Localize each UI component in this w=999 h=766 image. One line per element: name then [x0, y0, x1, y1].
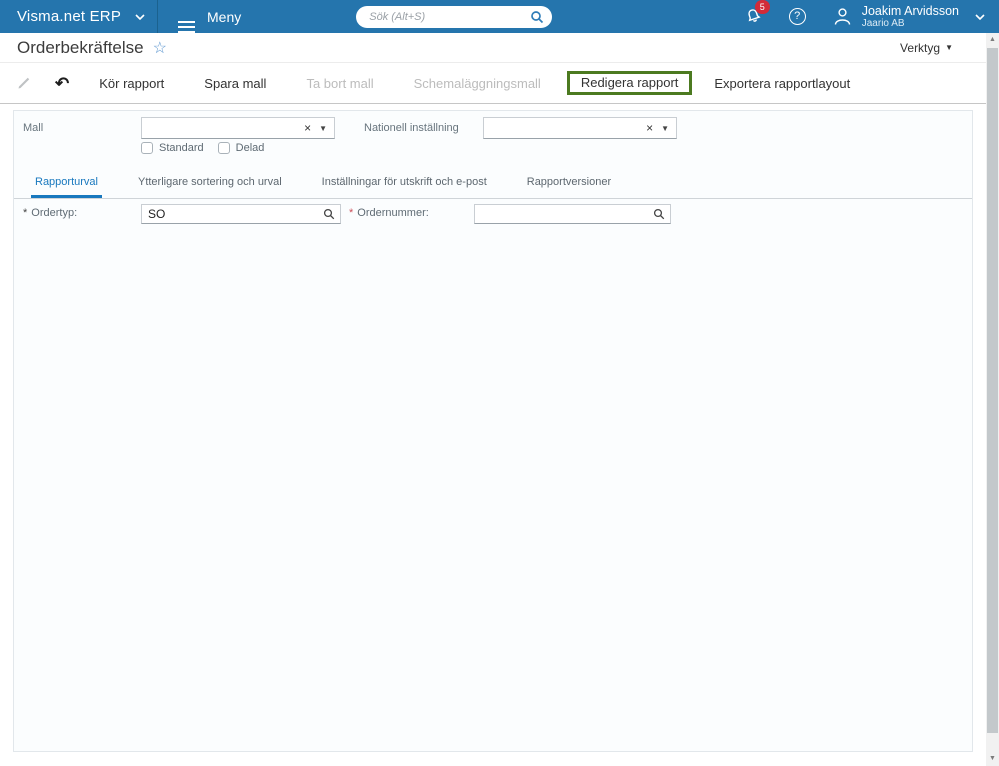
- ordertyp-lookup[interactable]: [141, 204, 341, 224]
- lookup-magnifier-icon[interactable]: [321, 208, 340, 220]
- user-name: Joakim Arvidsson: [861, 3, 959, 18]
- template-label: Mall: [23, 122, 44, 134]
- app-header: Visma.net ERP Meny Sök (Alt+S) 5 ? Joaki…: [0, 0, 999, 33]
- clear-icon[interactable]: ×: [642, 122, 657, 134]
- lookup-magnifier-icon[interactable]: [651, 208, 670, 220]
- locale-label: Nationell inställning: [364, 122, 459, 134]
- tools-label: Verktyg: [900, 40, 941, 55]
- tools-menu-button[interactable]: Verktyg ▼: [900, 41, 953, 55]
- question-mark-icon: ?: [794, 10, 801, 22]
- caret-down-icon: ▼: [945, 43, 953, 52]
- user-names: Joakim Arvidsson Jaario AB: [861, 3, 959, 29]
- user-icon: [832, 6, 853, 27]
- user-menu[interactable]: Joakim Arvidsson Jaario AB: [832, 3, 985, 29]
- user-company: Jaario AB: [861, 17, 905, 29]
- favorite-star-icon[interactable]: ☆: [153, 38, 167, 58]
- brand-menu[interactable]: Visma.net ERP: [0, 0, 157, 33]
- report-form-panel: Mall × ▼ Standard Delad Nationell instäl…: [13, 110, 973, 752]
- ordernummer-lookup[interactable]: [474, 204, 671, 224]
- vertical-scrollbar[interactable]: ▲ ▼: [986, 33, 999, 766]
- ordernummer-label-text: Ordernummer:: [357, 207, 429, 219]
- page-title: Orderbekräftelse: [17, 37, 144, 57]
- template-options: Standard Delad: [141, 142, 278, 154]
- required-marker: *: [349, 207, 354, 219]
- scroll-up-arrow[interactable]: ▲: [986, 33, 999, 47]
- report-tabs: Rapporturval Ytterligare sortering och u…: [14, 175, 972, 199]
- title-bar: Orderbekräftelse ☆ Verktyg ▼: [0, 33, 986, 62]
- template-combo[interactable]: × ▼: [141, 117, 335, 139]
- delad-checkbox-label: Delad: [235, 142, 265, 154]
- edit-report-button[interactable]: Redigera rapport: [570, 68, 690, 97]
- tab-rapporturval[interactable]: Rapporturval: [31, 176, 102, 198]
- scroll-down-arrow[interactable]: ▼: [986, 752, 999, 766]
- dropdown-arrow-icon[interactable]: ▼: [657, 124, 676, 133]
- export-layout-button[interactable]: Exportera rapportlayout: [704, 70, 860, 97]
- standard-checkbox[interactable]: [141, 142, 153, 154]
- required-marker: *: [23, 207, 28, 219]
- locale-input[interactable]: [484, 121, 643, 135]
- run-report-button[interactable]: Kör rapport: [89, 70, 174, 97]
- locale-combo[interactable]: × ▼: [483, 117, 677, 139]
- brand-label: Visma.net ERP: [17, 8, 122, 25]
- delete-template-button: Ta bort mall: [306, 75, 374, 91]
- ordertyp-label: * Ordertyp:: [23, 207, 77, 219]
- dropdown-arrow-icon[interactable]: ▼: [315, 124, 334, 133]
- menu-label: Meny: [207, 8, 242, 25]
- ordertyp-input[interactable]: [142, 207, 321, 221]
- notifications-button[interactable]: 5: [744, 0, 770, 26]
- hamburger-icon: [178, 20, 195, 23]
- highlight-annotation-box: Redigera rapport: [566, 68, 693, 97]
- delad-checkbox[interactable]: [217, 142, 230, 154]
- chevron-down-icon: [975, 13, 985, 20]
- tab-ytterligare-sortering[interactable]: Ytterligare sortering och urval: [134, 176, 286, 198]
- global-search[interactable]: [356, 5, 553, 28]
- tab-rapportversioner[interactable]: Rapportversioner: [523, 176, 615, 198]
- ordernummer-input[interactable]: [475, 207, 651, 221]
- notification-badge: 5: [754, 0, 770, 14]
- template-input[interactable]: [142, 121, 301, 135]
- tab-installningar-utskrift[interactable]: Inställningar för utskrift och e-post: [318, 176, 491, 198]
- main-menu-button[interactable]: Meny: [158, 0, 261, 33]
- report-toolbar: ↶ Kör rapport Spara mall Ta bort mall Sc…: [0, 62, 986, 104]
- header-right-cluster: 5 ? Joakim Arvidsson Jaario AB: [744, 0, 999, 29]
- search-icon[interactable]: [530, 10, 544, 24]
- save-template-button[interactable]: Spara mall: [194, 70, 276, 97]
- standard-checkbox-label: Standard: [159, 142, 204, 154]
- ordernummer-label: * Ordernummer:: [349, 207, 429, 219]
- edit-pencil-icon[interactable]: [15, 76, 31, 91]
- chevron-down-icon: [135, 13, 145, 20]
- scrollbar-thumb[interactable]: [987, 48, 998, 733]
- search-input[interactable]: [367, 9, 531, 24]
- ordertyp-label-text: Ordertyp:: [31, 207, 78, 219]
- undo-icon[interactable]: ↶: [55, 75, 69, 92]
- help-button[interactable]: ?: [788, 8, 806, 25]
- clear-icon[interactable]: ×: [300, 122, 315, 134]
- schedule-template-button: Schemaläggningsmall: [413, 75, 541, 91]
